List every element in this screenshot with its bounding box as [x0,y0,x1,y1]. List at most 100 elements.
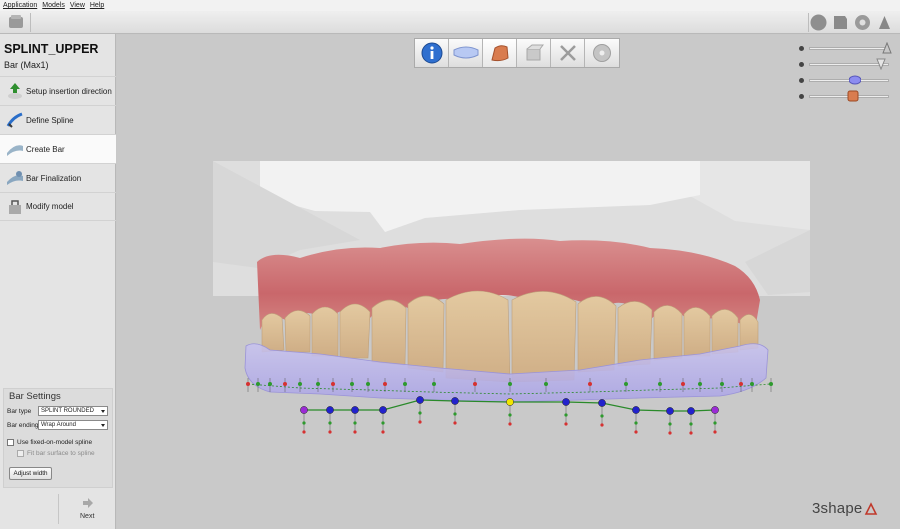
handle-tip-point[interactable] [634,421,638,425]
slider-bar[interactable] [797,89,893,105]
spline-handle-point[interactable] [268,382,272,386]
tab-splint[interactable] [449,39,483,67]
slider-splint[interactable] [797,73,893,89]
handle-tip-point[interactable] [381,421,385,425]
menu-application[interactable]: Application [3,2,37,9]
splint-thumb-icon[interactable] [849,74,861,86]
step-define-spline[interactable]: Define Spline [0,105,116,134]
step-modify-model[interactable]: Modify model [0,192,116,221]
bar-control-point[interactable] [562,398,570,406]
bar-control-point[interactable] [326,406,334,414]
step-setup-insertion[interactable]: Setup insertion direction [0,76,116,105]
menu-view[interactable]: View [70,2,85,9]
spline-handle-point[interactable] [544,382,548,386]
handle-tip-point[interactable] [508,422,512,426]
handle-tip-point[interactable] [564,413,568,417]
spline-handle-point[interactable] [624,382,628,386]
next-button[interactable]: Next [80,513,94,520]
view-settings-icon[interactable] [875,13,894,32]
handle-tip-point[interactable] [600,414,604,418]
spline-handle-point[interactable] [658,382,662,386]
spline-handle-point[interactable] [246,382,250,386]
handle-tip-point[interactable] [600,423,604,427]
spline-handle-point[interactable] [508,382,512,386]
antagonist-thumb-icon[interactable] [875,58,887,70]
adjust-width-button[interactable]: Adjust width [9,467,52,480]
menu-help[interactable]: Help [90,2,104,9]
step-create-bar[interactable]: Create Bar [0,134,116,163]
bar-control-point[interactable] [711,406,719,414]
handle-tip-point[interactable] [713,421,717,425]
bar-control-point[interactable] [451,397,459,405]
fit-surface-checkbox[interactable] [17,450,24,457]
handle-tip-point[interactable] [328,421,332,425]
spline-handle-point[interactable] [316,382,320,386]
spline-handle-point[interactable] [698,382,702,386]
spline-handle-point[interactable] [739,382,743,386]
view-sphere-icon[interactable] [809,13,828,32]
handle-tip-point[interactable] [668,431,672,435]
spline-handle-point[interactable] [681,382,685,386]
handle-tip-point[interactable] [634,430,638,434]
bar-control-point[interactable] [632,406,640,414]
spline-handle-point[interactable] [432,382,436,386]
bar-control-point[interactable] [687,407,695,415]
view-model-icon[interactable] [831,13,850,32]
bar-control-point[interactable] [666,407,674,415]
handle-tip-point[interactable] [453,412,457,416]
spline-handle-point[interactable] [769,382,773,386]
use-fixed-spline-checkbox[interactable] [7,439,14,446]
spline-handle-point[interactable] [366,382,370,386]
spline-handle-point[interactable] [588,382,592,386]
handle-tip-point[interactable] [418,420,422,424]
tab-disc[interactable] [585,39,619,67]
slider-antagonist[interactable] [797,57,893,73]
spline-handle-point[interactable] [750,382,754,386]
handle-tip-point[interactable] [453,421,457,425]
slider-upper-model[interactable] [797,41,893,57]
bar-control-point[interactable] [300,406,308,414]
spline-handle-point[interactable] [283,382,287,386]
bar-control-point[interactable] [379,406,387,414]
handle-tip-point[interactable] [668,422,672,426]
selected-control-point[interactable] [506,398,514,406]
spline-handle-point[interactable] [473,382,477,386]
step-bar-finalization[interactable]: Bar Finalization [0,163,116,192]
upper-model-thumb-icon[interactable] [881,42,893,54]
spline-handle-point[interactable] [350,382,354,386]
handle-tip-point[interactable] [689,431,693,435]
handle-tip-point[interactable] [353,430,357,434]
handle-tip-point[interactable] [564,422,568,426]
next-arrow-icon[interactable] [82,498,94,508]
bar-control-point[interactable] [351,406,359,414]
handle-tip-point[interactable] [689,422,693,426]
handle-tip-point[interactable] [713,430,717,434]
handle-tip-point[interactable] [328,430,332,434]
menu-models[interactable]: Models [42,2,65,9]
bar-ending-select[interactable]: Wrap Around [38,420,108,430]
tab-tools[interactable] [551,39,585,67]
spline-handle-point[interactable] [383,382,387,386]
tab-model[interactable] [517,39,551,67]
slider-track[interactable] [809,47,889,50]
spline-handle-point[interactable] [298,382,302,386]
handle-tip-point[interactable] [302,430,306,434]
view-rotate-icon[interactable] [853,13,872,32]
3d-viewport[interactable] [117,35,900,529]
tab-bar[interactable] [483,39,517,67]
handle-tip-point[interactable] [353,421,357,425]
spline-handle-point[interactable] [256,382,260,386]
handle-tip-point[interactable] [381,430,385,434]
handle-tip-point[interactable] [508,413,512,417]
bar-control-point[interactable] [416,396,424,404]
handle-tip-point[interactable] [302,421,306,425]
handle-tip-point[interactable] [418,411,422,415]
spline-handle-point[interactable] [720,382,724,386]
dental-model-scene[interactable] [117,35,900,529]
bar-type-select[interactable]: SPLINT ROUNDED [38,406,108,416]
bar-control-point[interactable] [598,399,606,407]
spline-handle-point[interactable] [331,382,335,386]
tab-info[interactable] [415,39,449,67]
bar-thumb-icon[interactable] [847,90,859,102]
spline-handle-point[interactable] [403,382,407,386]
